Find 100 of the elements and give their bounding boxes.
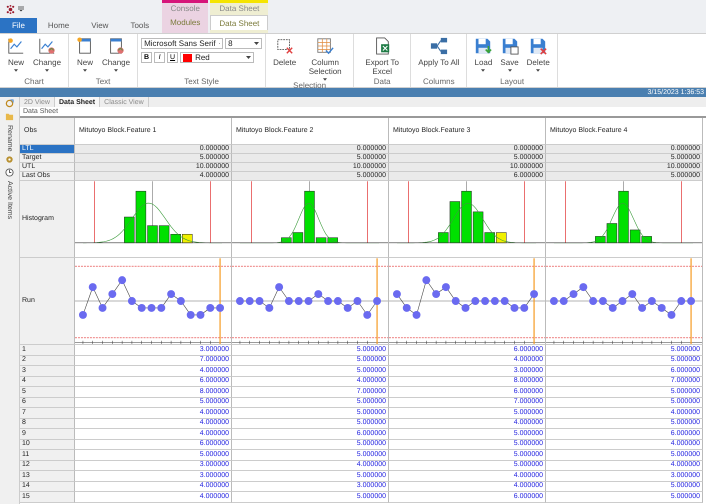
- data-point: [167, 290, 176, 298]
- file-tab[interactable]: File: [0, 18, 37, 33]
- ribbon-button[interactable]: Save: [496, 34, 523, 77]
- data-point: [412, 310, 420, 318]
- limit-line: [681, 181, 682, 243]
- data-point: [442, 282, 450, 291]
- data-point: [373, 296, 382, 304]
- data-point: [677, 296, 686, 304]
- data-point: [98, 303, 106, 312]
- data-point: [618, 296, 626, 304]
- data-point: [304, 296, 312, 304]
- data-point: [550, 296, 558, 304]
- limit-line: [524, 181, 525, 243]
- ribbon-group-label: Layout: [500, 77, 524, 87]
- ribbon-group-label: Text: [96, 77, 110, 87]
- data-point: [471, 296, 480, 304]
- ribbon-button[interactable]: Change: [29, 34, 66, 77]
- data-point: [392, 290, 401, 298]
- data-point: [560, 296, 568, 304]
- quick-access-menu-icon[interactable]: [18, 6, 24, 12]
- data-point: [265, 303, 274, 312]
- data-point: [206, 303, 214, 312]
- data-point: [510, 303, 518, 312]
- ribbon-group-label: Data: [374, 77, 391, 87]
- data-point: [422, 276, 430, 284]
- data-point: [148, 303, 156, 312]
- ribbon-button[interactable]: Delete: [522, 34, 554, 77]
- data-point: [579, 282, 588, 291]
- ribbon-button[interactable]: Change: [98, 34, 134, 77]
- font-size-dropdown[interactable]: 8: [225, 38, 262, 49]
- data-point: [78, 310, 87, 318]
- data-point: [432, 290, 440, 298]
- data-point: [500, 296, 509, 304]
- ribbon-button[interactable]: Export To Excel: [357, 34, 408, 77]
- data-point: [88, 282, 97, 291]
- data-point: [196, 310, 204, 318]
- data-point: [570, 290, 578, 298]
- ribbon-button[interactable]: New: [3, 34, 29, 77]
- share-icon: [430, 37, 448, 55]
- data-point: [687, 296, 696, 304]
- data-point: [520, 303, 528, 312]
- font-color-dropdown[interactable]: Red: [180, 52, 254, 63]
- ribbon-tab[interactable]: Data Sheet: [210, 15, 268, 30]
- data-point: [186, 310, 195, 318]
- line-chart-icon: [7, 37, 25, 55]
- data-point: [628, 290, 636, 298]
- data-point: [118, 276, 126, 284]
- data-point: [294, 296, 303, 304]
- histogram-bar: [182, 234, 192, 243]
- ribbon-group-label: Columns: [423, 77, 455, 87]
- limit-line: [94, 181, 95, 243]
- data-point: [314, 290, 322, 298]
- data-point: [363, 310, 372, 318]
- caret-icon: [254, 42, 260, 45]
- limit-line: [367, 181, 368, 243]
- histogram-bar: [496, 232, 506, 243]
- window-icon: [107, 37, 126, 55]
- data-point: [246, 296, 254, 304]
- ribbon-tab[interactable]: Tools: [119, 18, 160, 33]
- limit-line: [408, 181, 409, 243]
- ribbon-button[interactable]: Load: [470, 34, 496, 77]
- data-point: [668, 310, 676, 318]
- data-point: [108, 290, 116, 298]
- ribbon-group-label: Selection: [293, 81, 326, 91]
- data-point: [138, 303, 146, 312]
- ribbon-button[interactable]: New: [72, 34, 98, 77]
- limit-line: [565, 181, 566, 243]
- limit-line: [251, 181, 252, 243]
- data-point: [462, 303, 470, 312]
- data-point: [354, 296, 362, 304]
- refresh-icon[interactable]: [5, 99, 14, 108]
- data-point: [638, 303, 646, 312]
- caret-icon: [246, 56, 252, 59]
- data-point: [128, 296, 136, 304]
- data-point: [256, 296, 264, 304]
- line-chart-icon: [38, 37, 56, 55]
- data-point: [284, 296, 293, 304]
- data-point: [236, 296, 244, 304]
- data-point: [608, 303, 617, 312]
- data-point: [157, 303, 166, 312]
- ribbon-button[interactable]: Column Selection: [300, 34, 350, 81]
- ribbon-button[interactable]: Apply To All: [414, 34, 464, 77]
- spreadsheet-icon: [373, 37, 392, 55]
- app-logo-icon: [6, 4, 15, 14]
- data-point: [402, 303, 411, 312]
- data-point: [216, 303, 224, 312]
- font-family-dropdown[interactable]: Microsoft Sans Serif: [141, 38, 224, 49]
- ribbon-button[interactable]: Delete: [269, 34, 300, 81]
- ribbon-tab[interactable]: View: [80, 18, 120, 33]
- table-check-icon: [316, 37, 334, 55]
- ribbon-tab[interactable]: Home: [36, 18, 80, 33]
- clock-icon[interactable]: [5, 168, 14, 178]
- data-point: [658, 303, 666, 312]
- data-point: [275, 282, 284, 291]
- selection-delete-icon: [276, 37, 294, 55]
- ribbon-group-label: Chart: [24, 77, 44, 87]
- gear-icon[interactable]: [5, 155, 14, 164]
- ribbon-group-label: Text Style: [184, 77, 219, 87]
- data-point: [452, 296, 460, 304]
- context-tab-group-label: Console: [162, 0, 208, 15]
